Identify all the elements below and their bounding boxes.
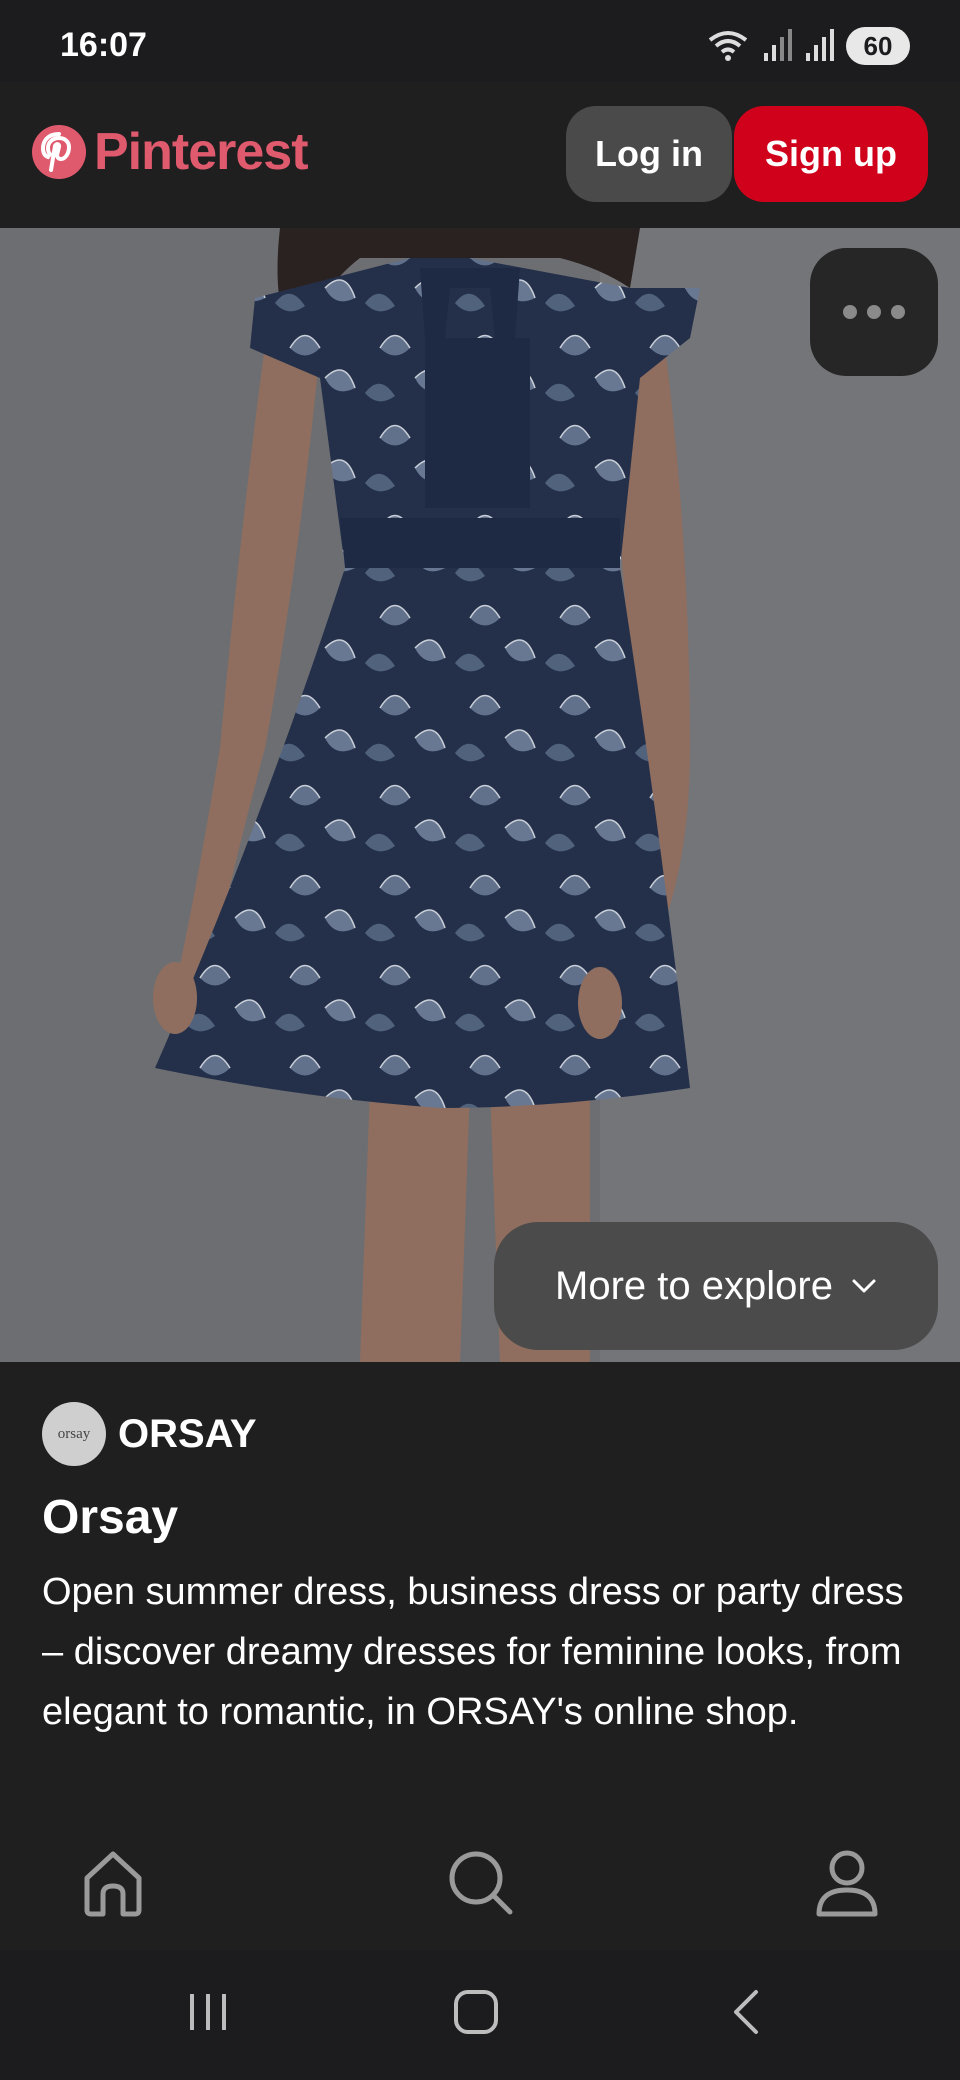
bottom-nav	[0, 1822, 960, 1950]
status-bar: 16:07 60	[0, 0, 960, 82]
signup-button[interactable]: Sign up	[734, 106, 928, 202]
pin-image[interactable]: More to explore	[0, 228, 960, 1362]
more-options-button[interactable]	[810, 248, 938, 376]
more-to-explore-label: More to explore	[555, 1263, 833, 1308]
more-to-explore-button[interactable]: More to explore	[494, 1222, 938, 1350]
signal-icon	[806, 29, 834, 61]
more-options-dot	[867, 305, 881, 319]
profile-icon[interactable]	[807, 1842, 887, 1922]
wifi-icon	[708, 31, 748, 61]
signal-icon	[764, 29, 792, 61]
status-icons: 60	[706, 26, 910, 66]
pin-details: orsay ORSAY Orsay Open summer dress, bus…	[0, 1362, 960, 1822]
recent-apps-icon[interactable]	[168, 1982, 248, 2042]
home-icon[interactable]	[73, 1842, 153, 1922]
search-icon[interactable]	[440, 1842, 520, 1922]
status-time: 16:07	[60, 26, 147, 64]
home-icon[interactable]	[436, 1982, 516, 2042]
more-options-dot	[891, 305, 905, 319]
creator-row[interactable]: orsay ORSAY	[42, 1402, 257, 1466]
login-button[interactable]: Log in	[566, 106, 732, 202]
logo-text: Pinterest	[94, 123, 309, 181]
dress-photo	[0, 228, 960, 1362]
pinterest-logo[interactable]: Pinterest	[32, 122, 309, 182]
chevron-down-icon	[852, 1279, 876, 1293]
back-icon[interactable]	[708, 1982, 788, 2042]
app-header: Pinterest Log in Sign up	[0, 82, 960, 228]
pinterest-logo-icon	[32, 125, 86, 179]
creator-name[interactable]: ORSAY	[118, 1412, 257, 1457]
battery-indicator: 60	[846, 27, 910, 65]
pin-description: Open summer dress, business dress or par…	[42, 1571, 904, 1733]
creator-avatar[interactable]: orsay	[42, 1402, 106, 1466]
pin-title: Orsay	[42, 1491, 179, 1544]
system-nav	[0, 1950, 960, 2080]
more-options-icon	[843, 305, 857, 319]
